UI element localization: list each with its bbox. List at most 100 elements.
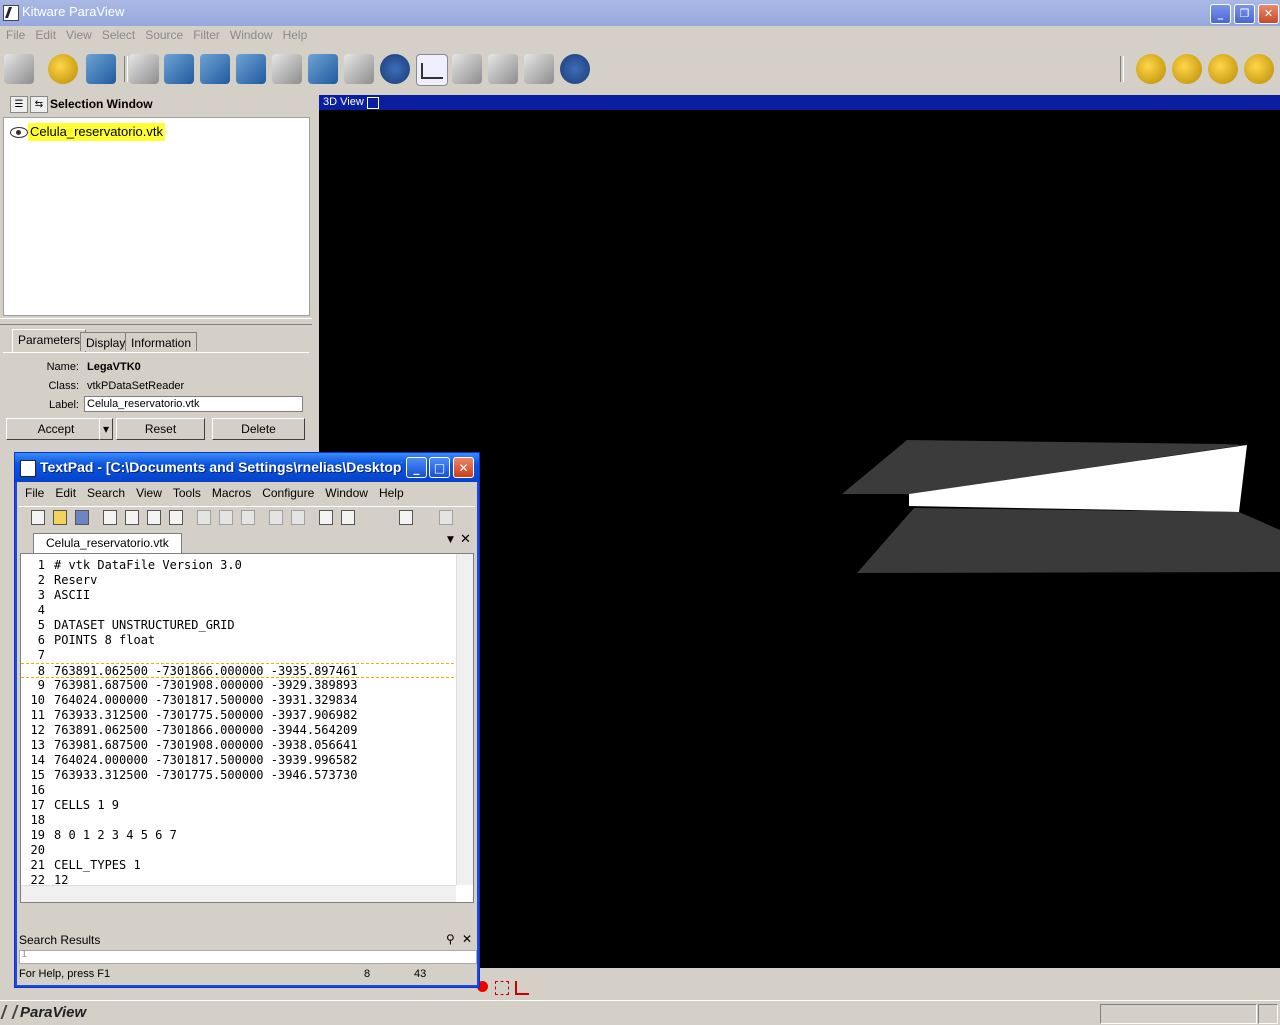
redo-icon[interactable] bbox=[1136, 54, 1166, 84]
print-icon[interactable] bbox=[125, 510, 139, 525]
editor-line[interactable]: 19 8 0 1 2 3 4 5 6 7 bbox=[21, 828, 454, 843]
textpad-title-bar[interactable]: TextPad - [C:\Documents and Settings\rne… bbox=[15, 453, 479, 482]
threshold-icon[interactable] bbox=[272, 54, 302, 84]
editor-line[interactable]: 10 764024.000000 -7301817.500000 -3931.32… bbox=[21, 693, 454, 708]
copy-icon[interactable] bbox=[219, 510, 233, 525]
editor-line[interactable]: 15 763933.312500 -7301775.500000 -3946.57… bbox=[21, 768, 454, 783]
editor-line[interactable]: 4 bbox=[21, 603, 454, 618]
textpad-maximize-button[interactable]: □ bbox=[429, 457, 450, 478]
menu-source[interactable]: Source bbox=[140, 26, 188, 44]
menu-select[interactable]: Select bbox=[97, 26, 140, 44]
delete-button[interactable]: Delete bbox=[212, 418, 305, 440]
accept-button[interactable]: Accept bbox=[6, 418, 106, 440]
textpad-minimize-button[interactable]: _ bbox=[406, 457, 427, 478]
search-close-icon[interactable]: ✕ bbox=[462, 932, 472, 946]
horizontal-scrollbar[interactable] bbox=[21, 885, 456, 902]
tab-parameters[interactable]: Parameters bbox=[12, 329, 87, 353]
list-view-icon[interactable]: ☰ bbox=[10, 96, 28, 113]
tab-list-dropdown-icon[interactable]: ▼ bbox=[447, 535, 454, 545]
editor-line[interactable]: 13 763981.687500 -7301908.000000 -3938.05… bbox=[21, 738, 454, 753]
vertical-scrollbar[interactable] bbox=[456, 554, 473, 885]
editor-line[interactable]: 6 POINTS 8 float bbox=[21, 633, 454, 648]
rotate-icon[interactable] bbox=[48, 54, 78, 84]
paste-icon[interactable] bbox=[241, 510, 255, 525]
warp-icon[interactable] bbox=[524, 54, 554, 84]
extract-grid-icon[interactable] bbox=[236, 54, 266, 84]
tp-menu-help[interactable]: Help bbox=[373, 483, 409, 500]
search-results-list[interactable]: 1 bbox=[19, 949, 477, 964]
restore-button[interactable]: ❐ bbox=[1234, 4, 1255, 24]
plot-icon[interactable] bbox=[416, 54, 448, 86]
tab-information[interactable]: Information bbox=[125, 332, 198, 351]
document-tab[interactable]: Celula_reservatorio.vtk bbox=[33, 533, 182, 554]
editor-line[interactable]: 21 CELL_TYPES 1 bbox=[21, 858, 454, 873]
open-folder-icon[interactable] bbox=[53, 510, 67, 525]
menu-edit[interactable]: Edit bbox=[30, 26, 61, 44]
tp-menu-configure[interactable]: Configure bbox=[256, 483, 319, 500]
indent-icon[interactable] bbox=[341, 510, 355, 525]
stream-tracer-icon[interactable] bbox=[488, 54, 518, 84]
editor-line[interactable]: 8 763891.062500 -7301866.000000 -3935.897… bbox=[21, 663, 454, 678]
editor-line[interactable]: 7 bbox=[21, 648, 454, 663]
redo-2-icon[interactable] bbox=[1172, 54, 1202, 84]
menu-file[interactable]: File bbox=[0, 26, 30, 44]
editor-line[interactable]: 16 bbox=[21, 783, 454, 798]
new-file-icon[interactable] bbox=[31, 510, 45, 525]
redo-4-icon[interactable] bbox=[1244, 54, 1274, 84]
tp-menu-tools[interactable]: Tools bbox=[167, 483, 206, 500]
text-editor[interactable]: 1 # vtk DataFile Version 3.0 2 Reserv 3 ASCII… bbox=[20, 553, 474, 903]
contour-icon[interactable] bbox=[308, 54, 338, 84]
pick-icon[interactable] bbox=[515, 981, 529, 995]
reset-button[interactable]: Reset bbox=[116, 418, 205, 440]
redo-icon[interactable] bbox=[291, 510, 305, 525]
minimize-button[interactable]: _ bbox=[1210, 4, 1231, 24]
tp-menu-view[interactable]: View bbox=[130, 483, 167, 500]
unindent-icon[interactable] bbox=[319, 510, 333, 525]
editor-line[interactable]: 1 # vtk DataFile Version 3.0 bbox=[21, 558, 454, 573]
pin-icon[interactable]: ⚲ bbox=[446, 932, 455, 946]
tree-view-icon[interactable]: ⇆ bbox=[30, 96, 48, 113]
menu-filter[interactable]: Filter bbox=[188, 26, 225, 44]
menu-view[interactable]: View bbox=[61, 26, 97, 44]
redo-3-icon[interactable] bbox=[1208, 54, 1238, 84]
tp-menu-file[interactable]: File bbox=[19, 483, 49, 500]
calculator-icon[interactable] bbox=[380, 54, 410, 84]
accept-dropdown-arrow-icon[interactable]: ▾ bbox=[99, 418, 113, 440]
panel-splitter[interactable] bbox=[0, 318, 312, 325]
save-all-icon[interactable] bbox=[103, 510, 117, 525]
ruler-icon[interactable] bbox=[560, 54, 590, 84]
menu-help[interactable]: Help bbox=[278, 26, 313, 44]
tab-close-icon[interactable]: ✕ bbox=[460, 532, 471, 547]
tp-menu-macros[interactable]: Macros bbox=[206, 483, 256, 500]
label-field[interactable] bbox=[84, 396, 303, 412]
paraview-title-bar[interactable]: Kitware ParaView _ ❐ ✕ bbox=[0, 0, 1280, 26]
slice-icon[interactable] bbox=[129, 54, 159, 84]
menu-window[interactable]: Window bbox=[225, 26, 278, 44]
eye-visibility-icon[interactable] bbox=[10, 127, 28, 138]
interaction-mode-icon[interactable] bbox=[4, 54, 34, 84]
editor-line[interactable]: 3 ASCII bbox=[21, 588, 454, 603]
undo-icon[interactable] bbox=[269, 510, 283, 525]
editor-line[interactable]: 20 bbox=[21, 843, 454, 858]
textpad-close-button[interactable]: ✕ bbox=[453, 457, 474, 478]
view-options-icon[interactable] bbox=[367, 97, 379, 109]
editor-line[interactable]: 17 CELLS 1 9 bbox=[21, 798, 454, 813]
cut-icon[interactable] bbox=[200, 54, 230, 84]
glyph-icon[interactable] bbox=[344, 54, 374, 84]
save-icon[interactable] bbox=[75, 510, 89, 525]
editor-line[interactable]: 5 DATASET UNSTRUCTURED_GRID bbox=[21, 618, 454, 633]
tp-menu-search[interactable]: Search bbox=[81, 483, 130, 500]
tool-scissors-icon[interactable] bbox=[439, 510, 453, 525]
document-properties-icon[interactable] bbox=[169, 510, 183, 525]
reset-camera-icon[interactable] bbox=[86, 54, 116, 84]
editor-line[interactable]: 2 Reserv bbox=[21, 573, 454, 588]
select-icon[interactable] bbox=[495, 981, 509, 995]
editor-line[interactable]: 14 764024.000000 -7301817.500000 -3939.99… bbox=[21, 753, 454, 768]
editor-line[interactable]: 9 763981.687500 -7301908.000000 -3929.389… bbox=[21, 678, 454, 693]
print-preview-icon[interactable] bbox=[147, 510, 161, 525]
editor-line[interactable]: 12 763891.062500 -7301866.000000 -3944.56… bbox=[21, 723, 454, 738]
window-tile-icon[interactable] bbox=[399, 510, 413, 525]
tp-menu-edit[interactable]: Edit bbox=[49, 483, 81, 500]
clip-icon[interactable] bbox=[164, 54, 194, 84]
editor-line[interactable]: 11 763933.312500 -7301775.500000 -3937.90… bbox=[21, 708, 454, 723]
